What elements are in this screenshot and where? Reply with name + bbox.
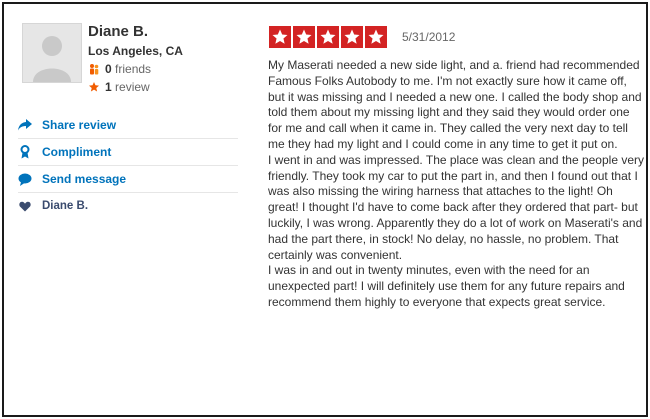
award-ribbon-icon xyxy=(18,145,32,159)
reviews-count-stat: 1 review xyxy=(88,80,150,94)
review-paragraph: I was in and out in twenty minutes, even… xyxy=(268,263,625,309)
star-rating xyxy=(269,26,387,48)
star-icon xyxy=(341,26,363,48)
star-icon xyxy=(365,26,387,48)
compliment-link[interactable]: Compliment xyxy=(18,139,238,166)
reviews-label: review xyxy=(115,80,150,94)
default-user-icon xyxy=(23,24,81,82)
friends-icon xyxy=(90,64,99,75)
reviews-count: 1 xyxy=(105,80,112,94)
star-icon xyxy=(317,26,339,48)
star-icon xyxy=(293,26,315,48)
review-star-icon xyxy=(89,82,99,92)
heart-icon xyxy=(18,199,32,213)
review-paragraph: I went in and was impressed. The place w… xyxy=(268,152,644,262)
send-message-label: Send message xyxy=(42,172,127,186)
friends-count-stat: 0 friends xyxy=(88,62,151,76)
star-icon xyxy=(269,26,291,48)
friends-label: friends xyxy=(115,62,152,76)
share-review-link[interactable]: Share review xyxy=(18,112,238,139)
share-review-label: Share review xyxy=(42,118,117,132)
user-avatar[interactable] xyxy=(22,23,82,83)
user-name[interactable]: Diane B. xyxy=(88,23,148,40)
compliment-label: Compliment xyxy=(42,145,112,159)
review-actions: Share review Compliment Send message Dia… xyxy=(18,112,238,219)
review-text: My Maserati needed a new side light, and… xyxy=(268,58,644,311)
review-paragraph: My Maserati needed a new side light, and… xyxy=(268,58,642,151)
user-location: Los Angeles, CA xyxy=(88,44,183,58)
friends-count: 0 xyxy=(105,62,112,76)
review-date: 5/31/2012 xyxy=(402,30,456,44)
follow-user-label: Diane B. xyxy=(42,200,89,212)
share-arrow-icon xyxy=(18,118,32,132)
review-card: Diane B. Los Angeles, CA 0 friends 1 rev… xyxy=(2,2,648,417)
follow-user-link[interactable]: Diane B. xyxy=(18,193,238,219)
send-message-link[interactable]: Send message xyxy=(18,166,238,193)
speech-bubble-icon xyxy=(18,172,32,186)
